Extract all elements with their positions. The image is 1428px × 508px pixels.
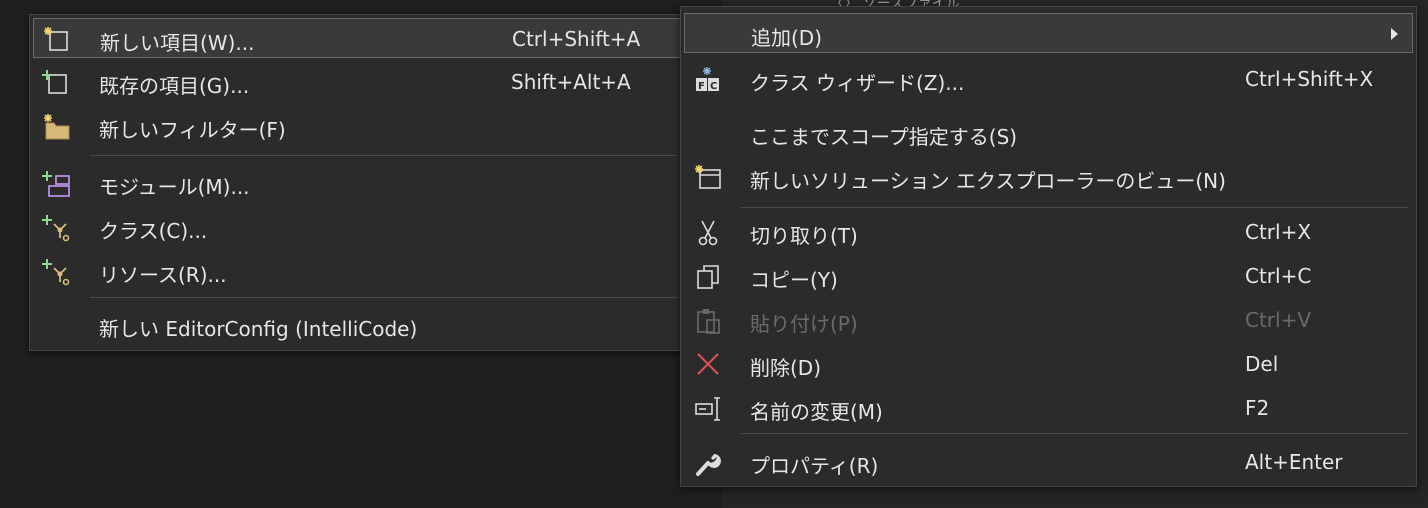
menu-item-scope-to-this[interactable]: ここまでスコープ指定する(S) (684, 113, 1413, 153)
module-icon (42, 170, 70, 198)
paste-icon (694, 307, 722, 335)
menu-item-label: ここまでスコープ指定する(S) (750, 125, 1018, 149)
add-submenu: 新しい項目(W)... Ctrl+Shift+A 既存の項目(G)... Shi… (29, 14, 686, 351)
menu-item-class[interactable]: クラス(C)... (33, 207, 682, 247)
menu-item-existing-item[interactable]: 既存の項目(G)... Shift+Alt+A (33, 62, 682, 102)
menu-item-shortcut: F2 (1245, 396, 1270, 420)
menu-item-resource[interactable]: リソース(R)... (33, 251, 682, 291)
menu-item-shortcut: Del (1245, 352, 1279, 376)
menu-item-label: 新しいソリューション エクスプローラーのビュー(N) (750, 169, 1226, 193)
existing-item-icon (42, 69, 70, 97)
menu-item-new-filter[interactable]: 新しいフィルター(F) (33, 106, 682, 146)
menu-item-label: 貼り付け(P) (750, 312, 858, 336)
menu-item-label: 削除(D) (750, 356, 822, 380)
menu-item-label: リソース(R)... (99, 263, 227, 287)
menu-separator (741, 433, 1408, 434)
menu-item-label: コピー(Y) (750, 268, 838, 292)
menu-item-shortcut: Ctrl+Shift+A (512, 27, 641, 51)
scissors-icon (694, 219, 722, 247)
menu-item-properties[interactable]: プロパティ(R) Alt+Enter (684, 442, 1413, 482)
menu-item-add[interactable]: 追加(D) (684, 13, 1413, 53)
menu-item-rename[interactable]: 名前の変更(M) F2 (684, 388, 1413, 428)
delete-icon (694, 351, 722, 379)
menu-separator (90, 297, 677, 298)
menu-item-shortcut: Ctrl+Shift+X (1245, 67, 1374, 91)
class-icon (42, 214, 70, 242)
menu-item-label: プロパティ(R) (750, 454, 879, 478)
new-item-icon (43, 26, 71, 54)
menu-item-new-editorconfig[interactable]: 新しい EditorConfig (IntelliCode) (33, 305, 682, 345)
menu-item-shortcut: Alt+Enter (1245, 450, 1343, 474)
resource-icon (42, 258, 70, 286)
menu-item-label: 新しいフィルター(F) (99, 118, 286, 142)
menu-item-delete[interactable]: 削除(D) Del (684, 344, 1413, 384)
menu-item-label: 追加(D) (751, 26, 823, 50)
new-filter-icon (42, 113, 70, 141)
menu-item-cut[interactable]: 切り取り(T) Ctrl+X (684, 212, 1413, 252)
menu-item-shortcut: Shift+Alt+A (511, 70, 631, 94)
menu-item-label: モジュール(M)... (99, 175, 250, 199)
menu-item-class-wizard[interactable]: F C クラス ウィザード(Z)... Ctrl+Shift+X (684, 59, 1413, 99)
menu-item-label: 新しい EditorConfig (IntelliCode) (99, 317, 418, 341)
menu-item-paste[interactable]: 貼り付け(P) Ctrl+V (684, 300, 1413, 340)
menu-separator (90, 155, 677, 156)
context-menu: 追加(D) F C クラス ウィザード(Z)... Ctrl+Shift+X こ… (680, 6, 1417, 487)
menu-item-copy[interactable]: コピー(Y) Ctrl+C (684, 256, 1413, 296)
svg-text:C: C (710, 81, 717, 92)
menu-item-label: クラス(C)... (99, 219, 208, 243)
menu-item-shortcut: Ctrl+X (1245, 220, 1312, 244)
menu-item-label: 切り取り(T) (750, 224, 858, 248)
rename-icon (694, 395, 722, 423)
svg-text:F: F (698, 81, 705, 92)
menu-item-module[interactable]: モジュール(M)... (33, 163, 682, 203)
menu-item-label: 新しい項目(W)... (100, 31, 255, 55)
wrench-icon (694, 449, 722, 477)
class-wizard-icon: F C (694, 66, 722, 94)
new-view-icon (694, 164, 722, 192)
submenu-arrow-icon (1391, 28, 1398, 40)
menu-item-label: 名前の変更(M) (750, 400, 883, 424)
menu-item-new-explorer-view[interactable]: 新しいソリューション エクスプローラーのビュー(N) (684, 157, 1413, 197)
copy-icon (694, 263, 722, 291)
menu-item-label: クラス ウィザード(Z)... (750, 71, 965, 95)
menu-item-shortcut: Ctrl+C (1245, 264, 1312, 288)
menu-item-shortcut: Ctrl+V (1245, 308, 1312, 332)
menu-item-new-item[interactable]: 新しい項目(W)... Ctrl+Shift+A (33, 18, 682, 58)
menu-item-label: 既存の項目(G)... (99, 74, 250, 98)
menu-separator (741, 207, 1408, 208)
